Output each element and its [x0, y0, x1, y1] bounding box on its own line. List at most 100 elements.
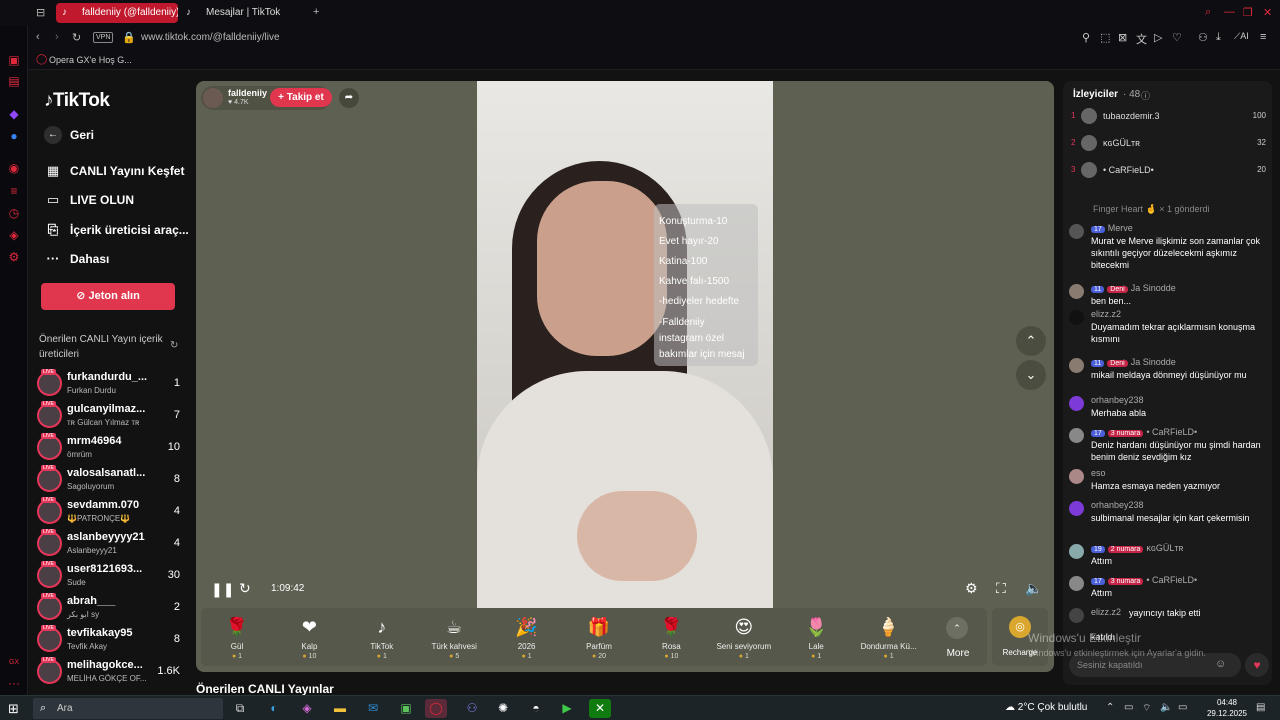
history-icon[interactable]: ◷ — [6, 205, 22, 221]
menu-list-icon[interactable]: ≡ — [6, 183, 22, 199]
close-icon[interactable]: ✕ — [1263, 6, 1272, 19]
twitch-icon[interactable]: ◆ — [6, 106, 22, 122]
next-live-icon[interactable]: ⌄ — [1016, 360, 1046, 390]
info-icon[interactable]: ⓘ — [1141, 89, 1150, 102]
teams-icon[interactable]: ⚇ — [461, 699, 483, 718]
creator-avatar[interactable]: LIVE — [37, 369, 62, 396]
chat-username[interactable]: • CaRFieLD• — [1146, 427, 1197, 437]
creator-avatar[interactable]: LIVE — [37, 625, 62, 652]
gift-item[interactable]: 🍦 Dondurma Kü... ● 1 — [853, 608, 925, 666]
creator-avatar[interactable]: LIVE — [37, 433, 62, 460]
rail-more-icon[interactable]: ··· — [6, 675, 22, 691]
messenger-icon[interactable]: ● — [6, 128, 22, 144]
nav-more[interactable]: ··· Dahası — [44, 247, 110, 271]
chat-avatar[interactable] — [1069, 544, 1084, 559]
gift-item[interactable]: ❤ Kalp ● 10 — [273, 608, 345, 666]
gift-item[interactable]: 🌷 Lale ● 1 — [780, 608, 852, 666]
notification-icon[interactable]: ▤ — [1256, 702, 1265, 713]
volume-icon[interactable]: 🔈 — [1025, 580, 1042, 597]
creator-avatar[interactable]: LIVE — [37, 657, 62, 684]
player-icon[interactable]: ▷ — [1154, 31, 1162, 44]
snapshot-icon[interactable]: ⬚ — [1100, 31, 1110, 44]
translate-icon[interactable]: 文 — [1136, 31, 1147, 47]
creator-row[interactable]: LIVE mrm46964 ömrüm 10 — [36, 433, 186, 463]
more-gifts-button[interactable]: ⌃ More — [938, 613, 978, 665]
viewer-avatar[interactable] — [1081, 162, 1097, 178]
outlook-icon[interactable]: ✉ — [362, 699, 384, 718]
live-video[interactable]: Konuşturma-10 Evet hayır-20 Katina-100 Kahv… — [477, 81, 773, 608]
taskbar-clock[interactable]: 04:48 29.12.2025 — [1202, 697, 1252, 719]
tray-chevron-icon[interactable]: ⌃ — [1106, 702, 1114, 713]
host-name[interactable]: falldeniiy — [228, 88, 267, 98]
back-icon[interactable]: ‹ — [36, 31, 40, 43]
gift-item[interactable]: 🌹 Rosa ● 10 — [635, 608, 707, 666]
refresh-video-icon[interactable]: ↻ — [239, 580, 251, 597]
task-view-icon[interactable]: ⧉ — [229, 699, 251, 718]
speaker-icon[interactable]: 🔈 — [1160, 702, 1172, 713]
chat-avatar[interactable] — [1069, 396, 1084, 411]
share-icon[interactable]: ➦ — [339, 88, 359, 108]
xbox-icon[interactable]: ✕ — [589, 699, 611, 718]
tab-menu-icon[interactable]: ⊟ — [36, 6, 45, 19]
forward-icon[interactable]: › — [55, 31, 59, 43]
chat-username[interactable]: Merve — [1108, 223, 1133, 233]
viewer-name[interactable]: ĸɢGÜLᴛʀ — [1103, 138, 1140, 148]
music-icon[interactable]: ◉ — [6, 160, 22, 176]
pin-icon[interactable]: ⚲ — [1082, 31, 1090, 44]
previous-live-icon[interactable]: ⌃ — [1016, 326, 1046, 356]
emoji-icon[interactable]: ☺ — [1215, 658, 1226, 670]
gift-item[interactable]: ♪ TikTok ● 1 — [346, 608, 418, 666]
chat-avatar[interactable] — [1069, 428, 1084, 443]
creator-avatar[interactable]: LIVE — [37, 561, 62, 588]
vpn-badge[interactable]: VPN — [93, 32, 114, 43]
copilot-icon[interactable]: ◈ — [296, 699, 318, 718]
lock-icon[interactable]: 🔒 — [122, 31, 136, 44]
cube-icon[interactable]: ◈ — [6, 227, 22, 243]
fullscreen-icon[interactable]: ⛶ — [996, 580, 1006, 597]
aria-icon[interactable]: ▣ — [6, 52, 22, 68]
edge-icon[interactable]: ◐ — [263, 699, 285, 718]
viewer-name[interactable]: tubaozdemir.3 — [1103, 111, 1160, 121]
chat-avatar[interactable] — [1069, 469, 1084, 484]
weather-widget[interactable]: ☁ 2°C Çok bulutlu — [1005, 702, 1087, 713]
chat-avatar[interactable] — [1069, 501, 1084, 516]
creator-row[interactable]: LIVE aslanbeyyyy21 Aslanbeyyy21 4 — [36, 529, 186, 559]
host-avatar[interactable] — [203, 88, 223, 108]
creator-avatar[interactable]: LIVE — [37, 465, 62, 492]
favorite-icon[interactable]: ♡ — [1172, 31, 1182, 44]
reload-icon[interactable]: ↻ — [72, 31, 81, 44]
gift-item[interactable]: 😍 Seni seviyorum ● 1 — [708, 608, 780, 666]
settings-gear-icon[interactable]: ⚙ — [6, 249, 22, 265]
top-viewer-row[interactable]: 2 ĸɢGÜLᴛʀ 32 — [1071, 135, 1266, 155]
creator-row[interactable]: LIVE user8121693... Sude 30 — [36, 561, 186, 591]
chat-username[interactable]: orhanbey238 — [1091, 500, 1144, 510]
chat-avatar[interactable] — [1069, 608, 1084, 623]
profile-icon[interactable]: ⚇ — [1198, 31, 1208, 44]
opera-gx-taskbar-icon[interactable]: ◯ — [425, 699, 447, 718]
ai-icon[interactable]: ⟋AI — [1234, 31, 1249, 42]
tab-messages[interactable]: ♪ Mesajlar | TikTok — [180, 3, 306, 23]
creator-row[interactable]: LIVE furkandurdu_... Furkan Durdu 1 — [36, 369, 186, 399]
tray-app-icon[interactable]: ▭ — [1124, 702, 1133, 713]
chat-username[interactable]: Ja Sinodde — [1131, 283, 1176, 293]
chat-username[interactable]: ĸɢGÜLᴛʀ — [1146, 543, 1183, 553]
creator-row[interactable]: LIVE tevfikakay95 Tevfik Akay 8 — [36, 625, 186, 655]
gx-control-icon[interactable]: ▤ — [6, 73, 22, 89]
viewers-title[interactable]: İzleyiciler — [1073, 89, 1118, 100]
nav-explore-live[interactable]: ▦ CANLI Yayını Keşfet — [44, 159, 185, 183]
search-tabs-icon[interactable]: ⌕ — [1205, 6, 1211, 19]
adblock-icon[interactable]: ⊠ — [1118, 31, 1127, 44]
chat-username[interactable]: Ja Sinodde — [1131, 357, 1176, 367]
top-viewer-row[interactable]: 3 • CaRFieLD• 20 — [1071, 162, 1266, 182]
top-viewer-row[interactable]: 1 tubaozdemir.3 100 — [1071, 108, 1266, 128]
bookmark-item[interactable]: Opera GX'e Hoş G... — [49, 55, 132, 65]
follow-button[interactable]: + Takip et — [270, 88, 332, 107]
chat-username[interactable]: eso — [1091, 468, 1106, 478]
gift-item[interactable]: 🎁 Parfüm ● 20 — [563, 608, 635, 666]
creator-row[interactable]: LIVE melihagokce... MELİHA GÖKÇE OF... 1.6K — [36, 657, 186, 687]
like-heart-icon[interactable]: ♥ — [1245, 653, 1269, 677]
pause-icon[interactable]: ❚❚ — [211, 581, 234, 598]
creator-avatar[interactable]: LIVE — [37, 529, 62, 556]
chat-avatar[interactable] — [1069, 358, 1084, 373]
windows-start-icon[interactable]: ⊞ — [8, 701, 19, 717]
